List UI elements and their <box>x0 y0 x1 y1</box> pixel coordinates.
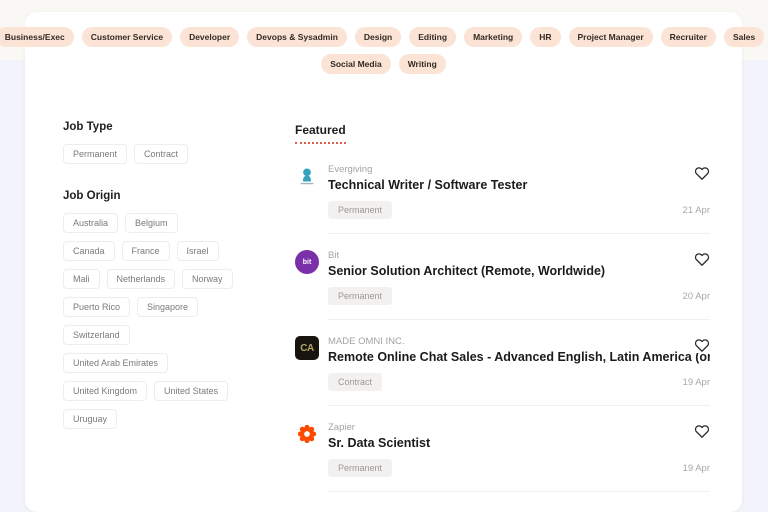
company-logo <box>295 422 319 446</box>
job-card[interactable]: Evergiving Technical Writer / Software T… <box>295 148 710 234</box>
job-title[interactable]: Senior Solution Architect (Remote, World… <box>328 264 710 278</box>
job-origin-option[interactable]: United Arab Emirates <box>63 353 168 373</box>
content-area: Job Type Permanent Contract Job Origin A… <box>25 81 742 492</box>
job-type-option[interactable]: Contract <box>134 144 188 164</box>
job-meta: Permanent 20 Apr <box>328 287 710 305</box>
job-meta: Contract 19 Apr <box>328 373 710 391</box>
job-type-badge: Permanent <box>328 201 392 219</box>
job-info: Zapier Sr. Data Scientist <box>328 422 710 450</box>
category-pill[interactable]: Project Manager <box>569 27 653 47</box>
job-origin-option[interactable]: Netherlands <box>107 269 176 289</box>
heart-icon[interactable] <box>693 165 710 181</box>
job-origin-option[interactable]: Mali <box>63 269 100 289</box>
job-origin-option[interactable]: United States <box>154 381 228 401</box>
job-meta: Permanent 21 Apr <box>328 201 710 219</box>
company-logo: CA <box>295 336 319 360</box>
company-name: MADE OMNI INC. <box>328 336 710 347</box>
job-card[interactable]: bit Bit Senior Solution Architect (Remot… <box>295 234 710 320</box>
category-pill[interactable]: Business/Exec <box>0 27 74 47</box>
job-card[interactable]: CA MADE OMNI INC. Remote Online Chat Sal… <box>295 320 710 406</box>
job-title[interactable]: Sr. Data Scientist <box>328 436 710 450</box>
job-date: 21 Apr <box>683 205 710 216</box>
heart-icon[interactable] <box>693 337 710 353</box>
job-origin-option[interactable]: France <box>122 241 170 261</box>
company-logo: bit <box>295 250 319 274</box>
job-info: Bit Senior Solution Architect (Remote, W… <box>328 250 710 278</box>
job-origin-option[interactable]: Uruguay <box>63 409 117 429</box>
job-origin-option[interactable]: Switzerland <box>63 325 130 345</box>
job-divider <box>328 491 710 492</box>
job-date: 19 Apr <box>683 463 710 474</box>
heart-icon[interactable] <box>693 423 710 439</box>
category-filter-bar: All Business/Exec Customer Service Devel… <box>25 12 742 74</box>
category-row-1: All Business/Exec Customer Service Devel… <box>31 27 736 47</box>
job-date: 20 Apr <box>683 291 710 302</box>
main-card: All Business/Exec Customer Service Devel… <box>25 12 742 512</box>
job-origin-filter-group: Job Origin Australia Belgium Canada Fran… <box>63 190 295 429</box>
job-info: Evergiving Technical Writer / Software T… <box>328 164 710 192</box>
job-origin-option[interactable]: United Kingdom <box>63 381 147 401</box>
category-pill[interactable]: Social Media <box>321 54 391 74</box>
job-type-heading: Job Type <box>63 121 295 133</box>
job-type-badge: Contract <box>328 373 382 391</box>
heart-icon[interactable] <box>693 251 710 267</box>
job-origin-options: Australia Belgium Canada France Israel M… <box>63 213 233 429</box>
featured-jobs-section: Featured Evergiving Technical Writer / S… <box>295 121 710 492</box>
company-logo <box>295 164 319 188</box>
category-pill[interactable]: Design <box>355 27 401 47</box>
filters-sidebar: Job Type Permanent Contract Job Origin A… <box>63 121 295 492</box>
company-name: Evergiving <box>328 164 710 175</box>
category-pill[interactable]: Recruiter <box>661 27 716 47</box>
job-meta: Permanent 19 Apr <box>328 459 710 477</box>
job-origin-option[interactable]: Norway <box>182 269 233 289</box>
category-pill[interactable]: Editing <box>409 27 456 47</box>
company-name: Zapier <box>328 422 710 433</box>
job-origin-option[interactable]: Singapore <box>137 297 198 317</box>
category-pill[interactable]: HR <box>530 27 560 47</box>
job-title[interactable]: Technical Writer / Software Tester <box>328 178 710 192</box>
featured-heading: Featured <box>295 123 346 144</box>
category-pill[interactable]: Developer <box>180 27 239 47</box>
company-name: Bit <box>328 250 710 261</box>
category-row-2: Social Media Writing <box>31 54 736 74</box>
job-origin-option[interactable]: Puerto Rico <box>63 297 130 317</box>
job-list: Evergiving Technical Writer / Software T… <box>295 148 710 492</box>
category-pill[interactable]: Sales <box>724 27 764 47</box>
job-origin-heading: Job Origin <box>63 190 295 202</box>
job-type-option[interactable]: Permanent <box>63 144 127 164</box>
job-type-badge: Permanent <box>328 287 392 305</box>
job-date: 19 Apr <box>683 377 710 388</box>
job-type-options: Permanent Contract <box>63 144 233 164</box>
job-origin-option[interactable]: Canada <box>63 241 115 261</box>
job-origin-option[interactable]: Australia <box>63 213 118 233</box>
job-info: MADE OMNI INC. Remote Online Chat Sales … <box>328 336 710 364</box>
category-pill[interactable]: Marketing <box>464 27 522 47</box>
category-pill[interactable]: Devops & Sysadmin <box>247 27 347 47</box>
job-title[interactable]: Remote Online Chat Sales - Advanced Engl… <box>328 350 710 364</box>
job-type-badge: Permanent <box>328 459 392 477</box>
job-card[interactable]: Zapier Sr. Data Scientist Permanent <box>295 406 710 492</box>
job-origin-option[interactable]: Belgium <box>125 213 178 233</box>
category-pill[interactable]: Writing <box>399 54 446 74</box>
job-origin-option[interactable]: Israel <box>177 241 219 261</box>
job-type-filter-group: Job Type Permanent Contract <box>63 121 295 164</box>
category-pill[interactable]: Customer Service <box>82 27 172 47</box>
